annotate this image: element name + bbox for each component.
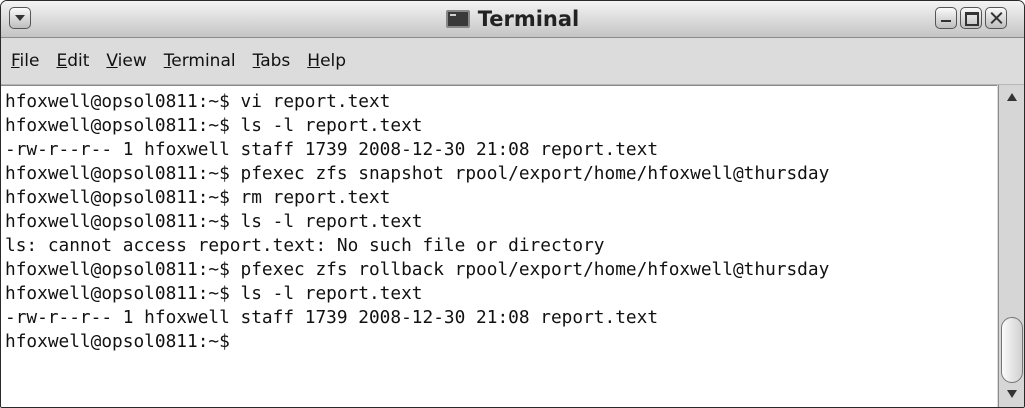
terminal-line: hfoxwell@opsol0811:~$ vi report.text: [5, 91, 391, 112]
window-title: Terminal: [1, 1, 1024, 37]
menu-help[interactable]: Help: [307, 51, 346, 71]
menu-terminal[interactable]: Terminal: [164, 51, 236, 71]
terminal-line: hfoxwell@opsol0811:~$ ls -l report.text: [5, 115, 423, 136]
minimize-icon[interactable]: [935, 7, 957, 29]
terminal-line: -rw-r--r-- 1 hfoxwell staff 1739 2008-12…: [5, 139, 659, 160]
menu-bar: File Edit View Terminal Tabs Help: [1, 38, 1024, 85]
terminal-line: hfoxwell@opsol0811:~$ ls -l report.text: [5, 283, 423, 304]
terminal-icon: [445, 10, 470, 28]
terminal-line: hfoxwell@opsol0811:~$ pfexec zfs rollbac…: [5, 259, 830, 280]
menu-file[interactable]: File: [11, 51, 39, 71]
menu-edit[interactable]: Edit: [56, 51, 89, 71]
scrollbar-thumb[interactable]: [1001, 317, 1023, 383]
menu-tabs[interactable]: Tabs: [253, 51, 291, 71]
close-icon[interactable]: [985, 7, 1007, 29]
terminal-line: ls: cannot access report.text: No such f…: [5, 235, 605, 256]
terminal-line: hfoxwell@opsol0811:~$ rm report.text: [5, 187, 391, 208]
terminal-window: Terminal File Edit View Terminal Tabs He…: [0, 0, 1025, 408]
menu-view[interactable]: View: [106, 51, 146, 71]
scroll-up-arrow-icon[interactable]: [999, 85, 1024, 109]
terminal-prompt-line: hfoxwell@opsol0811:~$: [5, 331, 230, 352]
window-title-text: Terminal: [477, 7, 580, 31]
maximize-icon[interactable]: [960, 7, 982, 29]
scroll-down-arrow-icon[interactable]: [999, 383, 1024, 407]
terminal-line: -rw-r--r-- 1 hfoxwell staff 1739 2008-12…: [5, 307, 659, 328]
title-bar[interactable]: Terminal: [1, 1, 1024, 38]
vertical-scrollbar[interactable]: [998, 85, 1024, 407]
terminal-line: hfoxwell@opsol0811:~$ ls -l report.text: [5, 211, 423, 232]
terminal-line: hfoxwell@opsol0811:~$ pfexec zfs snapsho…: [5, 163, 830, 184]
terminal-output[interactable]: hfoxwell@opsol0811:~$ vi report.text hfo…: [1, 85, 997, 407]
